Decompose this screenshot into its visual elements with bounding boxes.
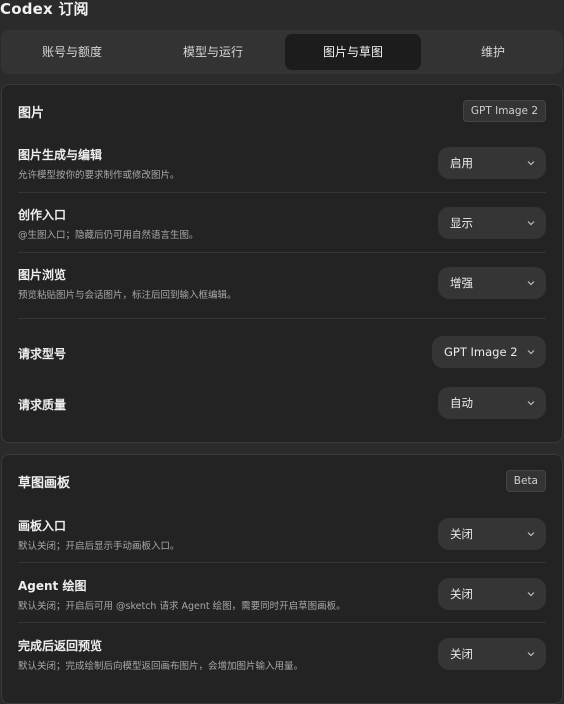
request-model-select[interactable]: GPT Image 2 [432,336,546,368]
row-creation-entry: 创作入口 @生图入口；隐藏后仍可用自然语言生图。 显示 [2,204,562,254]
images-card: 图片 GPT Image 2 图片生成与编辑 允许模型按你的要求制作或修改图片。… [1,84,563,443]
row-request-model: 请求型号 GPT Image 2 [2,336,562,372]
chevron-down-icon [527,221,535,226]
tab-maintenance[interactable]: 维护 [423,34,563,70]
tab-images-sketch[interactable]: 图片与草图 [285,34,421,70]
tab-model-runtime[interactable]: 模型与运行 [143,34,283,70]
divider [18,252,546,253]
row-description: @生图入口；隐藏后仍可用自然语言生图。 [18,230,199,241]
row-canvas-entry: 画板入口 默认关闭；开启后显示手动画板入口。 关闭 [2,515,562,565]
select-value: 显示 [450,216,473,230]
window-title: Codex 订阅 [0,0,89,18]
canvas-entry-select[interactable]: 关闭 [438,518,546,550]
chevron-down-icon [527,350,535,355]
row-title: 图片生成与编辑 [18,148,103,162]
divider [18,192,546,193]
chevron-down-icon [527,532,535,537]
row-description: 默认关闭；开启后可用 @sketch 请求 Agent 绘图，需要同时开启草图画… [18,601,346,612]
row-description: 默认关闭；完成绘制后向模型返回画布图片，会增加图片输入用量。 [18,661,304,672]
select-value: GPT Image 2 [444,345,518,359]
divider [18,562,546,563]
row-title: 图片浏览 [18,268,67,282]
chevron-down-icon [527,281,535,286]
chevron-down-icon [527,401,535,406]
row-description: 默认关闭；开启后显示手动画板入口。 [18,541,180,552]
sketch-card: 草图画板 Beta 画板入口 默认关闭；开启后显示手动画板入口。 关闭 Agen… [1,454,563,704]
tab-account-quota[interactable]: 账号与额度 [1,34,143,70]
tab-bar: 账号与额度 模型与运行 图片与草图 维护 [1,30,563,74]
select-value: 启用 [450,156,473,170]
chevron-down-icon [527,592,535,597]
row-title: 创作入口 [18,208,67,222]
image-generation-select[interactable]: 启用 [438,147,546,179]
beta-badge: Beta [505,470,546,492]
row-return-preview: 完成后返回预览 默认关闭；完成绘制后向模型返回画布图片，会增加图片输入用量。 关… [2,635,562,685]
chevron-down-icon [527,652,535,657]
creation-entry-select[interactable]: 显示 [438,207,546,239]
row-description: 预览粘贴图片与会话图片，标注后回到输入框编辑。 [18,290,237,301]
divider [18,622,546,623]
row-agent-drawing: Agent 绘图 默认关闭；开启后可用 @sketch 请求 Agent 绘图，… [2,575,562,625]
sketch-section-title: 草图画板 [18,476,71,491]
chevron-down-icon [527,161,535,166]
select-value: 关闭 [450,587,473,601]
select-value: 增强 [450,276,473,290]
row-image-browse: 图片浏览 预览粘贴图片与会话图片，标注后回到输入框编辑。 增强 [2,264,562,314]
row-image-generation: 图片生成与编辑 允许模型按你的要求制作或修改图片。 启用 [2,144,562,194]
image-browse-select[interactable]: 增强 [438,267,546,299]
select-value: 关闭 [450,647,473,661]
request-quality-select[interactable]: 自动 [438,387,546,419]
row-title: 请求质量 [18,398,67,412]
images-section-title: 图片 [18,106,45,121]
agent-drawing-select[interactable]: 关闭 [438,578,546,610]
model-badge: GPT Image 2 [462,100,546,122]
row-title: 画板入口 [18,519,67,533]
row-title: Agent 绘图 [18,579,87,593]
row-title: 请求型号 [18,347,67,361]
select-value: 关闭 [450,527,473,541]
row-request-quality: 请求质量 自动 [2,387,562,423]
return-preview-select[interactable]: 关闭 [438,638,546,670]
divider [18,318,546,319]
row-description: 允许模型按你的要求制作或修改图片。 [18,170,180,181]
row-title: 完成后返回预览 [18,639,103,653]
select-value: 自动 [450,396,473,410]
